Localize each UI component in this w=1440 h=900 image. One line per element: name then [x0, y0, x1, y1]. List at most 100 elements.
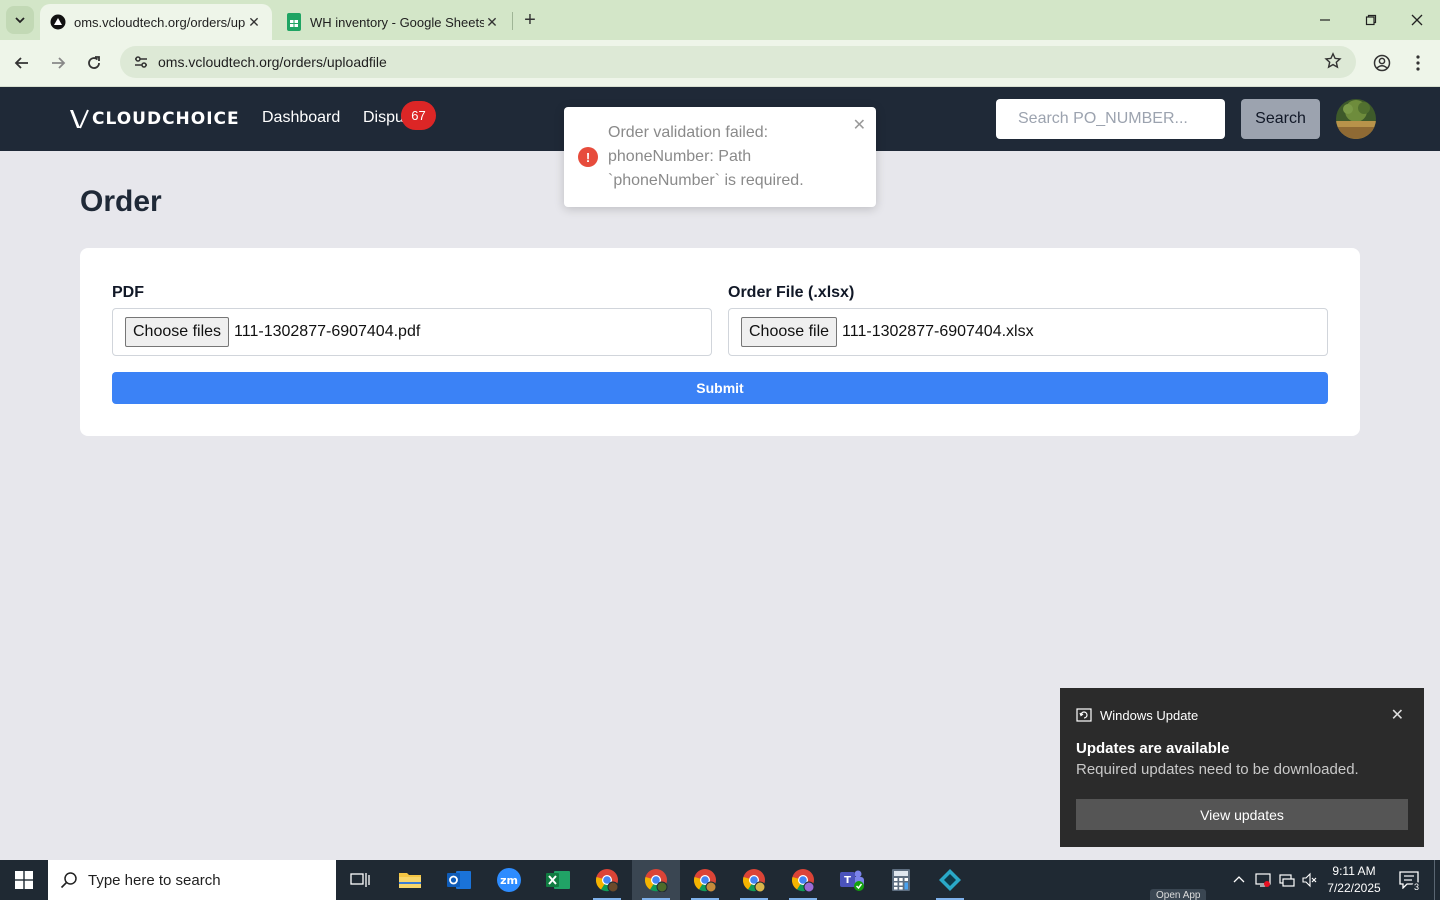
tab-title: oms.vcloudtech.org/orders/uploadfile	[74, 14, 246, 30]
error-icon: !	[578, 147, 598, 167]
tray-app-icon[interactable]	[1254, 871, 1272, 889]
tab-title: WH inventory - Google Sheets	[310, 14, 484, 30]
cloudchoice-logo[interactable]: CLOUDCHOICE	[68, 108, 240, 130]
pdf-file-input[interactable]: Choose files 111-1302877-6907404.pdf	[112, 308, 712, 356]
disputes-count-badge: 67	[401, 101, 436, 130]
task-view-button[interactable]	[336, 860, 384, 900]
excel-icon	[546, 871, 570, 889]
submit-button[interactable]: Submit	[112, 372, 1328, 404]
calculator-icon	[892, 869, 910, 891]
taskbar-zoom[interactable]: zm	[485, 860, 533, 900]
outlook-icon	[447, 871, 471, 889]
taskbar-chrome-5[interactable]	[779, 860, 827, 900]
logo-v-icon	[70, 109, 89, 129]
svg-text:zm: zm	[500, 874, 518, 887]
teams-icon: T	[840, 870, 864, 891]
choose-pdf-button[interactable]: Choose files	[125, 317, 230, 347]
notification-body: Required updates need to be downloaded.	[1076, 761, 1359, 778]
restore-icon	[1365, 14, 1377, 26]
open-app-tooltip[interactable]: Open App	[1150, 889, 1207, 900]
minimize-icon	[1320, 19, 1330, 21]
windows-logo-icon	[15, 871, 33, 889]
diamond-app-icon	[939, 869, 961, 891]
arrow-left-icon	[14, 57, 28, 69]
task-view-icon	[350, 873, 370, 887]
windows-update-notification: Windows Update ✕ Updates are available R…	[1060, 688, 1424, 847]
upload-form-card: PDF Choose files 111-1302877-6907404.pdf…	[80, 248, 1360, 436]
vercel-triangle-icon	[50, 14, 66, 30]
chrome-icon	[791, 869, 815, 892]
xlsx-file-input[interactable]: Choose file 111-1302877-6907404.xlsx	[728, 308, 1328, 356]
profile-icon	[1373, 54, 1391, 72]
nav-disputes[interactable]: Dispu	[363, 109, 404, 127]
taskbar-chrome-3[interactable]	[681, 860, 729, 900]
address-bar[interactable]: oms.vcloudtech.org/orders/uploadfile	[120, 46, 1356, 78]
windows-taskbar: Type here to search zm T 9:11 AM 7/22/20…	[0, 860, 1440, 900]
show-hidden-icons-button[interactable]	[1230, 871, 1248, 889]
profile-button[interactable]	[1367, 48, 1397, 78]
arrow-right-icon	[52, 57, 66, 69]
tab-oms[interactable]: oms.vcloudtech.org/orders/uploadfile ✕	[40, 4, 272, 40]
taskbar-chrome-2[interactable]	[632, 860, 680, 900]
error-toast: ! Order validation failed: phoneNumber: …	[564, 107, 876, 207]
forward-button[interactable]	[43, 48, 73, 78]
taskbar-calculator[interactable]	[877, 860, 925, 900]
restore-button[interactable]	[1348, 0, 1394, 40]
logo-text: CLOUDCHOICE	[92, 109, 240, 129]
user-avatar[interactable]	[1336, 99, 1376, 139]
taskbar-chrome-1[interactable]	[583, 860, 631, 900]
taskbar-chrome-4[interactable]	[730, 860, 778, 900]
po-number-search-input[interactable]	[996, 99, 1225, 139]
taskbar-search-placeholder: Type here to search	[88, 871, 221, 889]
tab-google-sheets[interactable]: WH inventory - Google Sheets ✕	[276, 4, 510, 40]
close-tab-icon[interactable]: ✕	[246, 14, 262, 30]
more-vertical-icon	[1416, 55, 1420, 71]
network-icon	[1279, 874, 1295, 887]
notification-count: 3	[1411, 882, 1421, 892]
page-title: Order	[80, 185, 162, 218]
toast-message: Order validation failed: phoneNumber: Pa…	[608, 124, 804, 189]
taskbar-teams[interactable]: T	[828, 860, 876, 900]
choose-xlsx-button[interactable]: Choose file	[741, 317, 838, 347]
search-button[interactable]: Search	[1241, 99, 1320, 139]
taskbar-excel[interactable]	[534, 860, 582, 900]
taskbar-clock[interactable]: 9:11 AM 7/22/2025	[1326, 863, 1382, 897]
chrome-icon	[742, 869, 766, 892]
close-notification-icon[interactable]: ✕	[1391, 705, 1404, 725]
network-button[interactable]	[1278, 871, 1296, 889]
action-center-button[interactable]: 3	[1396, 868, 1422, 892]
view-updates-button[interactable]: View updates	[1076, 799, 1408, 830]
taskbar-outlook[interactable]	[435, 860, 483, 900]
network-alert-icon	[1255, 873, 1271, 887]
browser-menu-button[interactable]	[1403, 48, 1433, 78]
chevron-up-icon	[1233, 876, 1245, 883]
bookmark-star-icon[interactable]	[1324, 52, 1342, 75]
reload-icon	[88, 56, 100, 69]
close-tab-icon[interactable]: ✕	[484, 14, 500, 30]
minimize-button[interactable]	[1302, 0, 1348, 40]
windows-update-icon	[1076, 708, 1092, 722]
start-button[interactable]	[0, 860, 48, 900]
taskbar-file-explorer[interactable]	[386, 860, 434, 900]
site-settings-icon[interactable]	[124, 54, 158, 70]
close-window-button[interactable]	[1394, 0, 1440, 40]
nav-dashboard[interactable]: Dashboard	[262, 109, 340, 127]
show-desktop-button[interactable]	[1434, 860, 1440, 900]
google-sheets-icon	[286, 13, 302, 31]
taskbar-search-box[interactable]: Type here to search	[48, 860, 336, 900]
clock-date: 7/22/2025	[1327, 881, 1381, 895]
reload-button[interactable]	[79, 48, 109, 78]
zoom-icon: zm	[497, 868, 521, 892]
chrome-icon	[693, 869, 717, 892]
search-icon	[60, 872, 77, 889]
volume-button[interactable]	[1301, 871, 1319, 889]
browser-toolbar: oms.vcloudtech.org/orders/uploadfile	[0, 40, 1440, 87]
new-tab-button[interactable]: +	[518, 8, 542, 32]
notification-app-name: Windows Update	[1100, 707, 1199, 723]
taskbar-app-diamond[interactable]	[926, 860, 974, 900]
tab-search-button[interactable]	[6, 6, 34, 34]
close-toast-icon[interactable]: ✕	[853, 115, 866, 135]
clock-time: 9:11 AM	[1332, 864, 1376, 878]
back-button[interactable]	[7, 48, 37, 78]
svg-text:T: T	[844, 875, 851, 886]
